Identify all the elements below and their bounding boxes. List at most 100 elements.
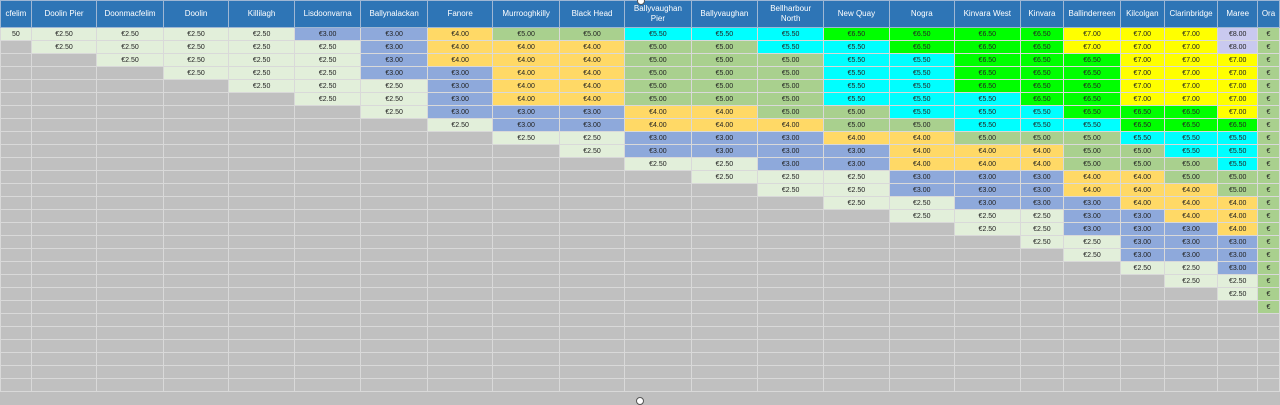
fare-cell[interactable] bbox=[426, 287, 494, 301]
fare-cell[interactable]: €5.00 bbox=[823, 105, 890, 119]
fare-cell[interactable] bbox=[954, 261, 1021, 275]
fare-cell[interactable] bbox=[162, 248, 230, 262]
fare-cell[interactable] bbox=[30, 339, 98, 353]
fare-cell[interactable]: €4.00 bbox=[690, 118, 759, 132]
fare-cell[interactable]: €4.00 bbox=[888, 157, 956, 171]
fare-cell[interactable] bbox=[823, 339, 890, 353]
fare-cell[interactable]: €6.50 bbox=[1019, 92, 1065, 106]
fare-cell[interactable]: €3.00 bbox=[757, 131, 825, 145]
fare-cell[interactable] bbox=[1063, 274, 1121, 288]
fare-cell[interactable] bbox=[228, 170, 295, 184]
fare-cell[interactable]: €2.50 bbox=[492, 131, 560, 145]
fare-cell[interactable] bbox=[0, 196, 32, 210]
fare-cell[interactable] bbox=[954, 300, 1021, 314]
fare-cell[interactable] bbox=[0, 40, 32, 54]
fare-cell[interactable] bbox=[492, 339, 560, 353]
fare-cell[interactable]: €5.50 bbox=[888, 66, 956, 80]
fare-cell[interactable]: €3.00 bbox=[888, 170, 956, 184]
fare-cell[interactable] bbox=[426, 248, 494, 262]
fare-cell[interactable] bbox=[96, 326, 164, 340]
fare-cell[interactable] bbox=[624, 313, 692, 327]
fare-cell[interactable]: €4.00 bbox=[1163, 196, 1219, 210]
fare-cell[interactable] bbox=[888, 235, 956, 249]
fare-cell[interactable] bbox=[360, 274, 428, 288]
fare-cell[interactable] bbox=[96, 196, 164, 210]
fare-cell[interactable]: €2.50 bbox=[228, 66, 295, 80]
fare-cell[interactable] bbox=[293, 313, 362, 327]
fare-cell[interactable] bbox=[558, 339, 626, 353]
fare-cell[interactable]: €5.00 bbox=[558, 27, 626, 41]
fare-cell[interactable] bbox=[558, 170, 626, 184]
fare-cell[interactable] bbox=[162, 157, 230, 171]
fare-cell[interactable] bbox=[293, 300, 362, 314]
fare-cell[interactable] bbox=[690, 378, 759, 392]
fare-cell[interactable] bbox=[96, 378, 164, 392]
fare-cell[interactable]: €6.50 bbox=[954, 66, 1021, 80]
fare-cell[interactable]: €2.50 bbox=[228, 40, 295, 54]
fare-cell[interactable] bbox=[426, 261, 494, 275]
fare-cell[interactable]: €7.00 bbox=[1217, 66, 1258, 80]
fare-cell[interactable]: € bbox=[1256, 209, 1280, 223]
fare-cell[interactable]: €2.50 bbox=[624, 157, 692, 171]
fare-cell[interactable] bbox=[30, 300, 98, 314]
fare-cell[interactable] bbox=[492, 183, 560, 197]
fare-cell[interactable] bbox=[558, 274, 626, 288]
fare-cell[interactable]: €7.00 bbox=[1119, 92, 1165, 106]
fare-cell[interactable]: €5.50 bbox=[823, 79, 890, 93]
fare-cell[interactable]: €2.50 bbox=[228, 79, 295, 93]
fare-cell[interactable]: €7.00 bbox=[1119, 79, 1165, 93]
fare-cell[interactable] bbox=[690, 365, 759, 379]
fare-cell[interactable] bbox=[1163, 287, 1219, 301]
fare-cell[interactable] bbox=[360, 144, 428, 158]
fare-cell[interactable] bbox=[690, 235, 759, 249]
fare-cell[interactable]: €6.50 bbox=[888, 40, 956, 54]
fare-cell[interactable]: €5.00 bbox=[954, 131, 1021, 145]
fare-cell[interactable] bbox=[558, 196, 626, 210]
fare-cell[interactable]: €6.50 bbox=[823, 27, 890, 41]
fare-cell[interactable] bbox=[360, 339, 428, 353]
fare-cell[interactable] bbox=[954, 235, 1021, 249]
fare-cell[interactable] bbox=[293, 131, 362, 145]
fare-cell[interactable]: €4.00 bbox=[558, 66, 626, 80]
fare-cell[interactable]: €3.00 bbox=[1119, 209, 1165, 223]
fare-cell[interactable] bbox=[1019, 352, 1065, 366]
fare-cell[interactable] bbox=[293, 105, 362, 119]
fare-cell[interactable]: €2.50 bbox=[293, 40, 362, 54]
fare-cell[interactable] bbox=[492, 261, 560, 275]
fare-cell[interactable] bbox=[1217, 365, 1258, 379]
column-header[interactable]: Killilagh bbox=[228, 0, 295, 28]
column-header[interactable]: Kinvara bbox=[1019, 0, 1065, 28]
fare-cell[interactable] bbox=[888, 378, 956, 392]
fare-cell[interactable] bbox=[1163, 339, 1219, 353]
fare-cell[interactable]: €6.50 bbox=[1163, 118, 1219, 132]
fare-cell[interactable]: € bbox=[1256, 144, 1280, 158]
fare-cell[interactable]: €2.50 bbox=[1063, 235, 1121, 249]
fare-cell[interactable]: € bbox=[1256, 92, 1280, 106]
fare-cell[interactable] bbox=[690, 183, 759, 197]
fare-cell[interactable]: €7.00 bbox=[1217, 105, 1258, 119]
fare-cell[interactable] bbox=[888, 326, 956, 340]
fare-cell[interactable] bbox=[823, 287, 890, 301]
fare-cell[interactable]: €7.00 bbox=[1163, 53, 1219, 67]
fare-cell[interactable] bbox=[558, 313, 626, 327]
fare-cell[interactable] bbox=[954, 339, 1021, 353]
fare-cell[interactable] bbox=[1217, 326, 1258, 340]
fare-cell[interactable] bbox=[624, 261, 692, 275]
fare-cell[interactable]: €3.00 bbox=[1119, 248, 1165, 262]
fare-cell[interactable] bbox=[162, 105, 230, 119]
fare-cell[interactable] bbox=[30, 352, 98, 366]
fare-cell[interactable] bbox=[426, 326, 494, 340]
fare-cell[interactable]: €3.00 bbox=[558, 105, 626, 119]
fare-cell[interactable]: €4.00 bbox=[624, 105, 692, 119]
fare-cell[interactable]: €4.00 bbox=[492, 66, 560, 80]
fare-cell[interactable]: €2.50 bbox=[293, 53, 362, 67]
fare-cell[interactable]: € bbox=[1256, 105, 1280, 119]
fare-cell[interactable] bbox=[96, 66, 164, 80]
fare-cell[interactable] bbox=[228, 365, 295, 379]
fare-cell[interactable] bbox=[1063, 352, 1121, 366]
fare-cell[interactable]: €5.00 bbox=[1063, 131, 1121, 145]
fare-cell[interactable]: €2.50 bbox=[162, 27, 230, 41]
fare-cell[interactable]: €3.00 bbox=[690, 144, 759, 158]
fare-cell[interactable] bbox=[690, 352, 759, 366]
fare-cell[interactable] bbox=[96, 131, 164, 145]
